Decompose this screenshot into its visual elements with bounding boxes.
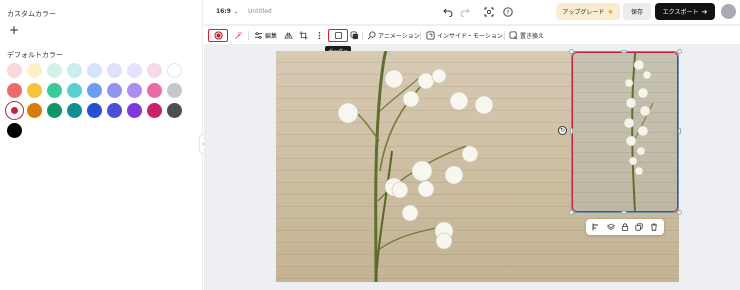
shadow-icon[interactable] bbox=[350, 29, 359, 42]
color-swatch[interactable] bbox=[147, 83, 162, 98]
animation-icon bbox=[367, 31, 376, 40]
inside-motion-button[interactable]: インサイド・モーション bbox=[426, 29, 503, 42]
save-button[interactable]: 保存 bbox=[623, 3, 651, 20]
color-swatch[interactable] bbox=[87, 83, 102, 98]
color-swatch[interactable] bbox=[167, 63, 182, 78]
element-floating-toolbar bbox=[586, 219, 664, 235]
resize-handle-bottom-right[interactable] bbox=[677, 210, 682, 215]
resize-handle-bottom[interactable] bbox=[621, 211, 627, 214]
replace-button[interactable]: 置き換え bbox=[509, 29, 544, 42]
color-swatch[interactable] bbox=[7, 123, 22, 138]
color-picker-button[interactable] bbox=[208, 29, 228, 42]
color-swatch[interactable] bbox=[67, 83, 82, 98]
inside-motion-icon bbox=[426, 31, 435, 40]
color-swatch[interactable] bbox=[27, 63, 42, 78]
border-button[interactable] bbox=[328, 29, 348, 42]
selected-image-frame[interactable] bbox=[572, 52, 678, 212]
color-swatch[interactable] bbox=[87, 63, 102, 78]
animation-label: アニメーション bbox=[378, 33, 420, 40]
design-canvas[interactable] bbox=[276, 51, 679, 282]
rotate-handle-icon[interactable]: ↻ bbox=[558, 126, 567, 135]
sliders-icon bbox=[254, 32, 263, 39]
redo-icon[interactable] bbox=[459, 6, 471, 18]
edit-label: 編集 bbox=[265, 33, 278, 40]
color-swatch[interactable] bbox=[107, 83, 122, 98]
replace-icon bbox=[509, 31, 518, 40]
color-swatch[interactable] bbox=[147, 63, 162, 78]
lily-photo-thumbnail bbox=[623, 53, 654, 211]
default-color-swatches bbox=[7, 63, 182, 138]
edit-toolbar: 編集 アニメーション インサイド・モーション 置き換え bbox=[204, 25, 740, 44]
resize-handle-top-left[interactable] bbox=[569, 49, 574, 54]
resize-handle-bottom-left[interactable] bbox=[569, 210, 574, 215]
align-icon[interactable] bbox=[591, 222, 601, 232]
color-swatch[interactable] bbox=[167, 83, 182, 98]
color-swatch[interactable] bbox=[67, 103, 82, 118]
color-swatch[interactable] bbox=[127, 83, 142, 98]
color-swatch[interactable] bbox=[107, 103, 122, 118]
animation-button[interactable]: アニメーション bbox=[367, 29, 420, 42]
avatar[interactable] bbox=[721, 4, 736, 19]
svg-text:?: ? bbox=[506, 9, 509, 16]
arrow-right-icon: ➔ bbox=[701, 7, 708, 16]
lock-icon[interactable] bbox=[620, 222, 630, 232]
chevron-down-icon: ⌄ bbox=[233, 9, 239, 15]
color-swatch[interactable] bbox=[47, 103, 62, 118]
upgrade-label: アップグレード bbox=[562, 9, 605, 16]
top-bar: 16:9 ⌄ Untitled ? アップグレード ★ 保存 エクスポート ➔ bbox=[204, 0, 740, 24]
export-button[interactable]: エクスポート ➔ bbox=[655, 3, 715, 20]
replace-label: 置き換え bbox=[520, 33, 545, 40]
custom-color-label: カスタムカラー bbox=[7, 10, 56, 18]
color-swatch[interactable] bbox=[107, 63, 122, 78]
edit-button[interactable]: 編集 bbox=[254, 29, 277, 42]
undo-icon[interactable] bbox=[442, 6, 454, 18]
color-swatch[interactable] bbox=[27, 103, 42, 118]
color-swatch[interactable] bbox=[7, 103, 22, 118]
document-title[interactable]: Untitled bbox=[248, 8, 272, 15]
flip-icon[interactable] bbox=[284, 29, 293, 42]
aspect-ratio-selector[interactable]: 16:9 ⌄ bbox=[216, 8, 238, 15]
more-dots-icon[interactable] bbox=[315, 29, 324, 42]
color-swatch[interactable] bbox=[87, 103, 102, 118]
screen-capture-icon[interactable] bbox=[483, 6, 495, 18]
color-swatch[interactable] bbox=[167, 103, 182, 118]
layers-icon[interactable] bbox=[606, 222, 616, 232]
inside-motion-label: インサイド・モーション bbox=[437, 33, 503, 40]
color-swatch[interactable] bbox=[127, 103, 142, 118]
color-panel: カスタムカラー + デフォルトカラー bbox=[0, 0, 203, 290]
color-swatch[interactable] bbox=[127, 63, 142, 78]
resize-handle-right[interactable] bbox=[678, 128, 681, 134]
color-swatch[interactable] bbox=[47, 63, 62, 78]
color-swatch[interactable] bbox=[7, 63, 22, 78]
editor-main: 16:9⌄ Untitled ? アップグレード ★ 保存 エクスポート ➔ bbox=[204, 0, 740, 290]
add-custom-color-button[interactable]: + bbox=[7, 23, 21, 37]
color-swatch[interactable] bbox=[7, 83, 22, 98]
resize-handle-top[interactable] bbox=[621, 50, 627, 53]
trash-icon[interactable] bbox=[649, 222, 659, 232]
star-icon: ★ bbox=[607, 7, 614, 16]
resize-handle-left[interactable] bbox=[570, 128, 573, 134]
aspect-ratio-value: 16:9 bbox=[216, 8, 231, 15]
color-swatch[interactable] bbox=[147, 103, 162, 118]
resize-handle-top-right[interactable] bbox=[677, 49, 682, 54]
crop-icon[interactable] bbox=[299, 29, 308, 42]
export-label: エクスポート bbox=[662, 9, 699, 16]
color-swatch[interactable] bbox=[27, 83, 42, 98]
color-swatch[interactable] bbox=[67, 63, 82, 78]
duplicate-icon[interactable] bbox=[634, 222, 644, 232]
upgrade-button[interactable]: アップグレード ★ bbox=[556, 3, 620, 20]
help-icon[interactable]: ? bbox=[502, 6, 514, 18]
color-swatch[interactable] bbox=[47, 83, 62, 98]
magic-edit-icon[interactable] bbox=[234, 29, 243, 42]
color-circle-icon bbox=[213, 31, 223, 40]
default-color-label: デフォルトカラー bbox=[7, 51, 63, 59]
border-icon bbox=[334, 31, 342, 40]
